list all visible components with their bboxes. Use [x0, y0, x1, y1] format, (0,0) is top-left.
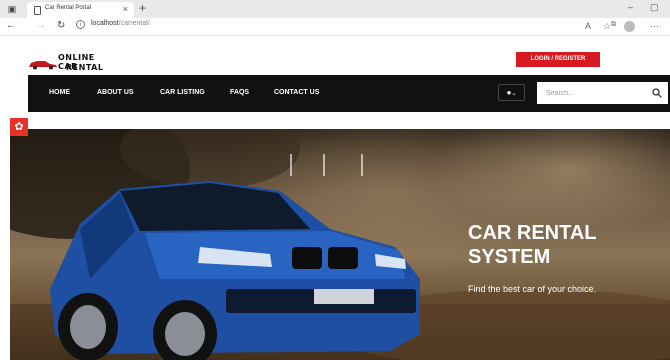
forward-icon[interactable]: → [36, 20, 46, 31]
refresh-icon[interactable]: ↻ [57, 20, 65, 31]
more-icon[interactable]: ⋯ [650, 21, 659, 32]
nav-contact-us[interactable]: CONTACT US [274, 89, 319, 96]
nav-home[interactable]: HOME [49, 89, 70, 96]
url-text: localhost/carrental/ [91, 20, 150, 27]
profile-avatar[interactable] [624, 21, 635, 32]
url-field[interactable]: i localhost/carrental/ [76, 20, 596, 34]
minimize-icon[interactable]: – [628, 2, 633, 12]
url-path: /carrental/ [118, 20, 150, 27]
login-register-button[interactable]: LOGIN / REGISTER [516, 52, 600, 67]
address-bar: ← → ↻ i localhost/carrental/ A ☆ ⧉ ⋯ [0, 18, 670, 36]
logo-line-2: RENTAL [66, 63, 104, 72]
nav-car-listing[interactable]: CAR LISTING [160, 89, 205, 96]
restore-icon[interactable]: ▢ [650, 2, 659, 13]
chevron-down-icon: ⌄ [511, 91, 517, 97]
gear-icon: ✿ [14, 121, 24, 133]
search-icon[interactable] [652, 88, 662, 98]
user-menu-button[interactable]: ●⌄ [498, 84, 525, 101]
hero-subtitle: Find the best car of your choice. [468, 284, 597, 294]
close-tab-icon[interactable]: × [123, 4, 128, 14]
tab-title: Car Rental Portal [45, 5, 92, 11]
new-tab-button[interactable]: + [139, 1, 146, 15]
browser-tab[interactable]: Car Rental Portal × [27, 2, 134, 18]
main-navbar: HOME ABOUT US CAR LISTING FAQS CONTACT U… [28, 75, 670, 112]
info-icon[interactable]: i [76, 20, 85, 29]
sidebar-toggle-icon[interactable]: ▣ [6, 3, 18, 15]
read-aloud-icon[interactable]: A [585, 21, 591, 31]
search-box [537, 82, 668, 104]
nav-about-us[interactable]: ABOUT US [97, 89, 134, 96]
page-icon [34, 6, 41, 15]
nav-faqs[interactable]: FAQS [230, 89, 249, 96]
settings-gear-button[interactable]: ✿ [10, 118, 28, 136]
hero-banner: CAR RENTAL SYSTEM Find the best car of y… [10, 129, 670, 360]
browser-tab-bar: ▣ Car Rental Portal × + – ▢ [0, 0, 670, 18]
car-logo-icon [29, 61, 57, 70]
search-input[interactable] [537, 82, 647, 104]
favorites-icon[interactable]: ☆ [603, 21, 611, 32]
url-host: localhost [91, 20, 119, 27]
hero-title: CAR RENTAL SYSTEM [468, 222, 597, 268]
back-icon[interactable]: ← [6, 20, 16, 31]
collections-icon[interactable]: ⧉ [611, 21, 616, 29]
site-logo[interactable]: ONLINE CAR RENTAL [28, 52, 113, 74]
